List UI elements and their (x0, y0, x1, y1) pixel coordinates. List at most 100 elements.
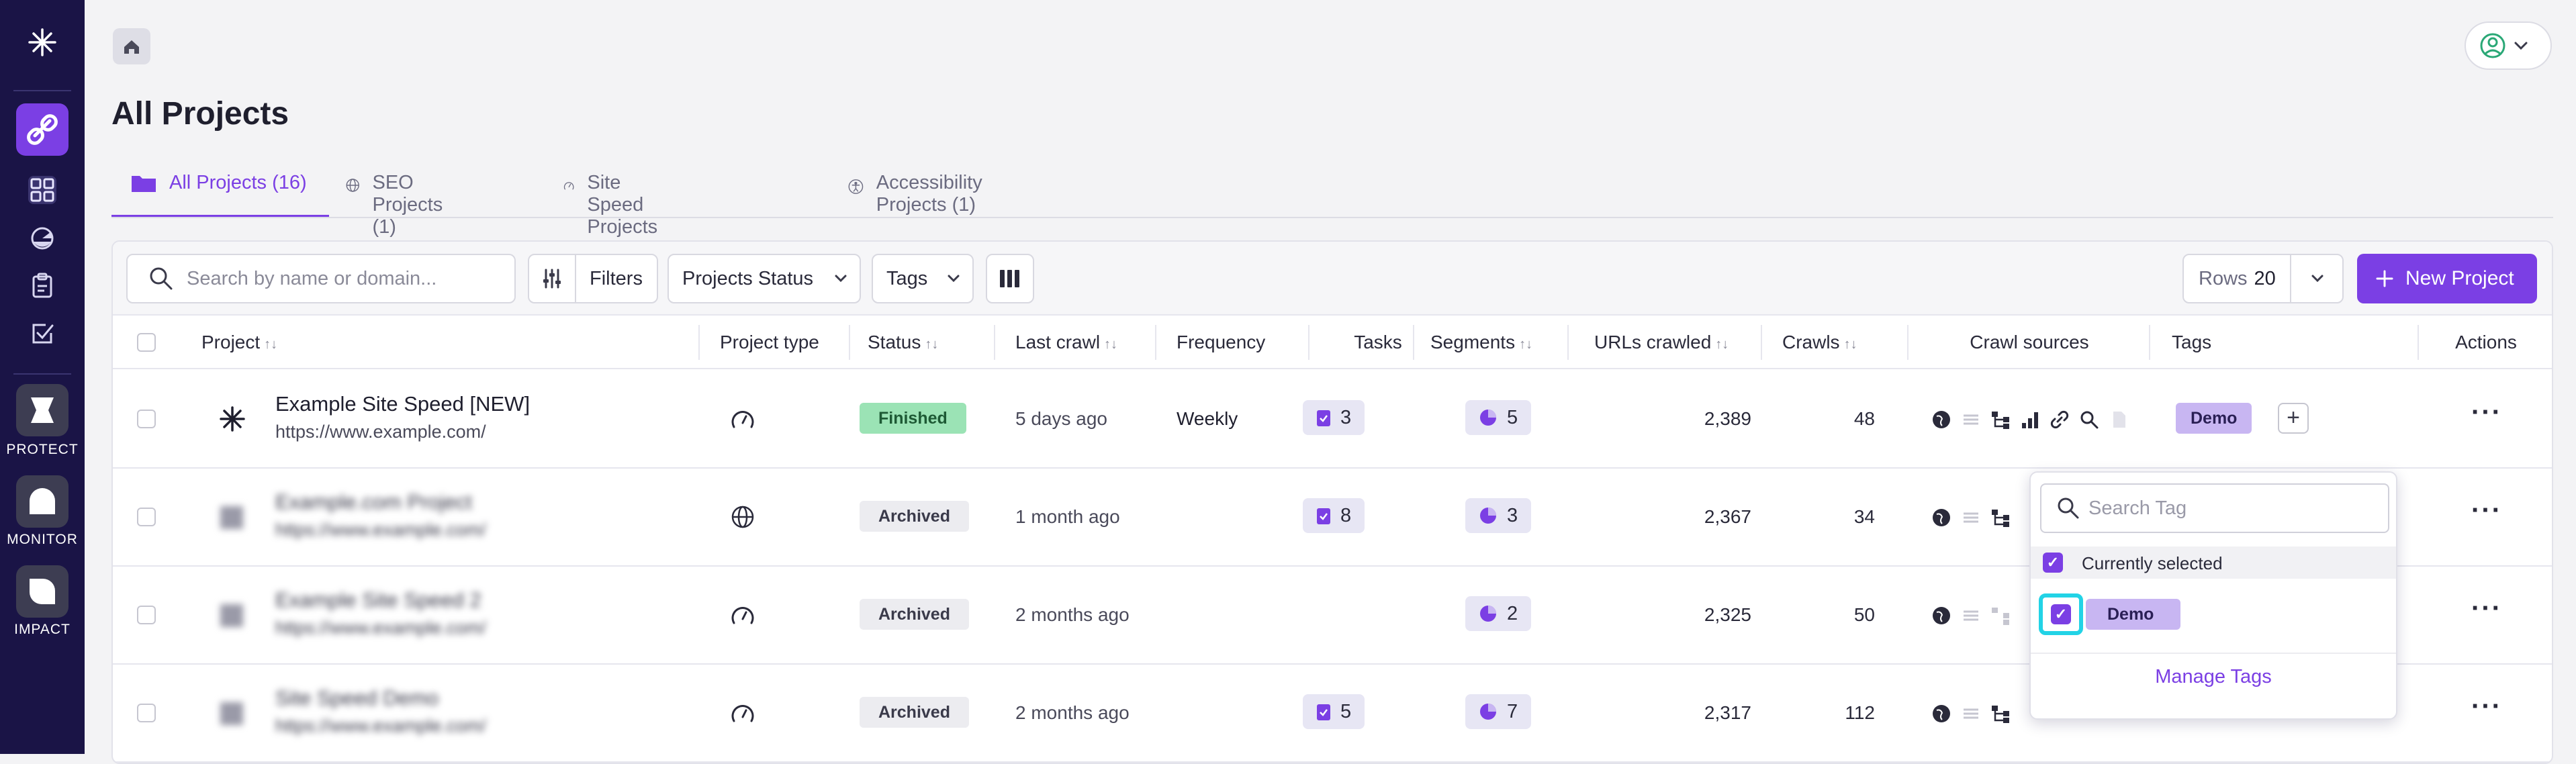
column-divider (1567, 325, 1569, 360)
sort-icon: ↑↓ (264, 337, 278, 352)
project-url[interactable]: https://www.example.com/ (275, 618, 486, 638)
select-all-checkbox[interactable] (137, 333, 156, 352)
sidebar: PROTECT MONITOR IMPACT (0, 0, 85, 754)
column-divider (994, 325, 995, 360)
urls-crawled: 2,317 (1704, 702, 1751, 723)
row-actions-menu[interactable]: ··· (2471, 495, 2502, 526)
column-header-frequency: Frequency (1177, 332, 1266, 352)
tags-dropdown[interactable]: Tags (872, 254, 974, 303)
filter-sliders-toggle[interactable] (529, 255, 576, 302)
segments-pill[interactable]: 7 (1465, 694, 1532, 729)
sidebar-item-reports[interactable] (28, 271, 56, 299)
rows-per-page-select[interactable]: Rows 20 (2182, 254, 2344, 303)
column-header-segments[interactable]: Segments ↑↓ (1430, 316, 1532, 369)
pie-chart-icon (1480, 606, 1496, 622)
projects-status-dropdown[interactable]: Projects Status (668, 254, 861, 303)
project-favicon-icon (220, 406, 245, 432)
row-checkbox[interactable] (137, 606, 156, 624)
sitemap-source-icon (1992, 412, 2009, 429)
column-header-project[interactable]: Project ↑↓ (201, 316, 277, 369)
sliders-icon (543, 269, 561, 289)
tag-checkbox[interactable]: ✓ (2051, 604, 2071, 624)
project-name[interactable]: Example Site Speed 2 (275, 588, 481, 612)
tasks-pill[interactable]: 8 (1303, 498, 1365, 533)
tasks-pill[interactable]: 5 (1303, 694, 1365, 729)
tab-all-projects[interactable]: All Projects (16) (111, 166, 329, 218)
segments-pill[interactable]: 3 (1465, 498, 1532, 533)
add-tag-button[interactable]: + (2278, 403, 2309, 434)
project-name[interactable]: Example.com Project (275, 490, 472, 514)
project-name[interactable]: Example Site Speed [NEW] (275, 392, 530, 416)
tasks-pill[interactable]: 3 (1303, 400, 1365, 435)
home-button[interactable] (113, 28, 150, 64)
frequency: Weekly (1177, 408, 1238, 429)
sidebar-product-crawl[interactable] (16, 103, 68, 156)
tag-chip[interactable]: Demo (2086, 599, 2181, 630)
checkbox-checked-icon[interactable]: ✓ (2043, 553, 2063, 573)
product-protect-label[interactable]: PROTECT (0, 442, 85, 458)
column-divider (2418, 325, 2419, 360)
filters-label: Filters (590, 267, 643, 289)
filters-button[interactable]: Filters (528, 254, 658, 303)
new-project-button[interactable]: New Project (2357, 254, 2537, 303)
tabs-divider (111, 217, 2553, 218)
status-badge: Archived (860, 501, 969, 532)
column-header-actions: Actions (2455, 332, 2517, 352)
task-clipboard-icon (1317, 508, 1330, 524)
column-header-urls-crawled[interactable]: URLs crawled ↑↓ (1594, 316, 1729, 369)
chevron-down-icon (835, 275, 847, 283)
row-checkbox[interactable] (137, 508, 156, 526)
segments-pill[interactable]: 2 (1465, 596, 1532, 631)
folder-icon (132, 176, 156, 192)
project-url[interactable]: https://www.example.com/ (275, 520, 486, 540)
search-input[interactable] (187, 255, 496, 302)
section-label: Currently selected (2082, 553, 2223, 573)
search-box (126, 254, 516, 303)
row-checkbox[interactable] (137, 410, 156, 428)
column-divider (2149, 325, 2150, 360)
product-impact-tile[interactable] (16, 565, 68, 618)
row-actions-menu[interactable]: ··· (2471, 691, 2502, 722)
columns-icon (1000, 270, 1019, 287)
sort-icon: ↑↓ (1715, 337, 1729, 352)
row-actions-menu[interactable]: ··· (2471, 593, 2502, 624)
sidebar-item-dashboard[interactable] (28, 224, 56, 252)
tab-site-speed-projects[interactable]: Site Speed Projects (11) (563, 166, 675, 260)
sidebar-item-projects[interactable] (28, 176, 56, 204)
tasks-count: 8 (1340, 504, 1352, 526)
project-url[interactable]: https://www.example.com/ (275, 716, 486, 736)
column-header-crawls[interactable]: Crawls ↑↓ (1782, 316, 1857, 369)
tag-option-row[interactable]: ✓ Demo (2031, 579, 2396, 650)
column-header-status[interactable]: Status ↑↓ (868, 316, 938, 369)
crawls-count: 112 (1845, 702, 1875, 723)
column-header-last-crawl[interactable]: Last crawl ↑↓ (1015, 316, 1117, 369)
account-menu-button[interactable] (2465, 21, 2552, 70)
project-name[interactable]: Site Speed Demo (275, 686, 439, 710)
column-header-crawl-sources: Crawl sources (1970, 332, 2089, 352)
tag-chip[interactable]: Demo (2176, 403, 2252, 434)
app-logo[interactable] (26, 26, 59, 59)
rows-dropdown-toggle[interactable] (2290, 255, 2344, 302)
tab-accessibility-projects[interactable]: Accessibility Projects (1) (847, 166, 995, 218)
project-url[interactable]: https://www.example.com/ (275, 422, 486, 442)
columns-button[interactable] (986, 254, 1034, 303)
product-monitor-label[interactable]: MONITOR (0, 532, 85, 548)
pie-chart-icon (1480, 508, 1496, 524)
product-monitor-tile[interactable] (16, 475, 68, 528)
row-actions-menu[interactable]: ··· (2471, 397, 2502, 428)
product-impact-label[interactable]: IMPACT (0, 622, 85, 638)
manage-tags-link[interactable]: Manage Tags (2031, 666, 2396, 688)
project-favicon-icon (220, 604, 243, 627)
tab-label: SEO Projects (1) (372, 172, 443, 238)
tab-seo-projects[interactable]: SEO Projects (1) (345, 166, 455, 238)
last-crawl: 1 month ago (1015, 506, 1120, 527)
column-divider (1155, 325, 1156, 360)
row-checkbox[interactable] (137, 704, 156, 722)
segments-count: 7 (1507, 700, 1518, 722)
table-row[interactable]: Example Site Speed [NEW] https://www.exa… (113, 371, 2552, 469)
gauge-icon (731, 411, 754, 428)
tag-search-input[interactable] (2088, 491, 2377, 525)
sidebar-item-tasks[interactable] (28, 320, 56, 348)
segments-pill[interactable]: 5 (1465, 400, 1532, 435)
product-protect-tile[interactable] (16, 384, 68, 436)
